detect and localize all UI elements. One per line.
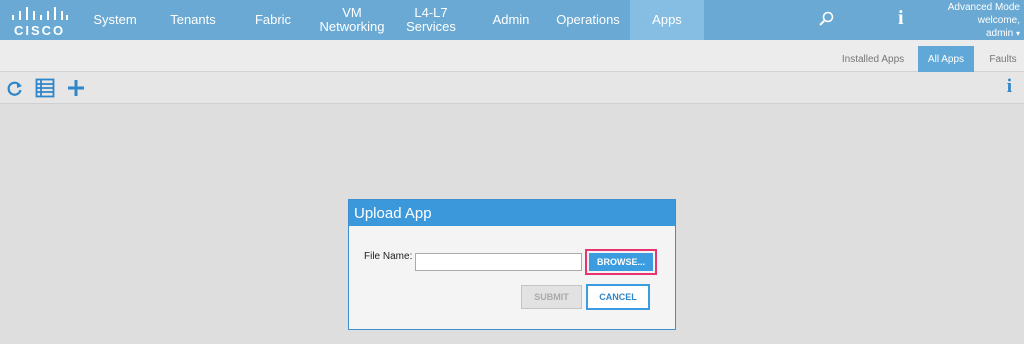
logo-text: CISCO <box>14 23 66 38</box>
browse-button[interactable]: BROWSE... <box>589 253 653 271</box>
nav-label: Networking <box>319 19 385 34</box>
submit-button[interactable]: SUBMIT <box>521 285 582 309</box>
nav-label: Apps <box>652 12 682 27</box>
nav-label: Operations <box>556 12 620 27</box>
file-name-label: File Name: <box>364 251 413 262</box>
nav-label: Admin <box>492 12 530 27</box>
mode-label: Advanced Mode <box>947 2 1020 13</box>
welcome-label: welcome, <box>977 15 1020 26</box>
nav-item-vm-networking[interactable]: VM Networking <box>316 0 388 40</box>
cisco-bars-icon <box>12 6 68 20</box>
nav-label: Services <box>406 19 456 34</box>
username: admin <box>985 28 1014 39</box>
nav-label: VM <box>342 5 362 20</box>
info-icon[interactable]: i <box>1007 76 1012 98</box>
tab-faults[interactable]: Faults <box>982 46 1024 72</box>
search-icon[interactable] <box>817 10 835 28</box>
cancel-button[interactable]: CANCEL <box>586 284 650 310</box>
nav-label: Tenants <box>170 12 216 27</box>
user-menu[interactable]: Advanced Mode welcome, admin ▾ <box>948 1 1020 40</box>
nav-item-fabric[interactable]: Fabric <box>246 0 300 40</box>
sub-tab-bar: Installed Apps All Apps Faults <box>0 40 1024 72</box>
nav-item-tenants[interactable]: Tenants <box>162 0 224 40</box>
toolbar: i <box>0 72 1024 104</box>
nav-item-system[interactable]: System <box>86 0 144 40</box>
nav-label: System <box>93 12 137 27</box>
info-icon[interactable]: i <box>898 7 904 30</box>
file-name-input[interactable] <box>415 253 582 271</box>
tab-label: All Apps <box>927 53 965 65</box>
chevron-down-icon: ▾ <box>1015 29 1020 38</box>
nav-item-operations[interactable]: Operations <box>552 0 624 40</box>
tab-installed-apps[interactable]: Installed Apps <box>834 46 912 72</box>
add-icon[interactable] <box>66 78 86 98</box>
browse-highlight: BROWSE... <box>585 249 657 275</box>
cisco-logo[interactable]: CISCO <box>10 4 70 38</box>
nav-item-apps[interactable]: Apps <box>630 0 704 40</box>
list-icon[interactable] <box>35 78 55 98</box>
dialog-title: Upload App <box>349 200 675 226</box>
tab-label: Installed Apps <box>841 53 905 65</box>
refresh-icon[interactable] <box>5 78 25 98</box>
nav-label: L4-L7 <box>414 5 448 20</box>
tab-all-apps[interactable]: All Apps <box>918 46 974 72</box>
tab-label: Faults <box>989 53 1017 65</box>
nav-label: Fabric <box>254 12 292 27</box>
nav-item-l4-l7-services[interactable]: L4-L7 Services <box>400 0 462 40</box>
top-navbar: CISCO System Tenants Fabric VM Networking… <box>0 0 1024 40</box>
upload-app-dialog: Upload App File Name: BROWSE... SUBMIT C… <box>348 199 676 330</box>
nav-item-admin[interactable]: Admin <box>484 0 538 40</box>
